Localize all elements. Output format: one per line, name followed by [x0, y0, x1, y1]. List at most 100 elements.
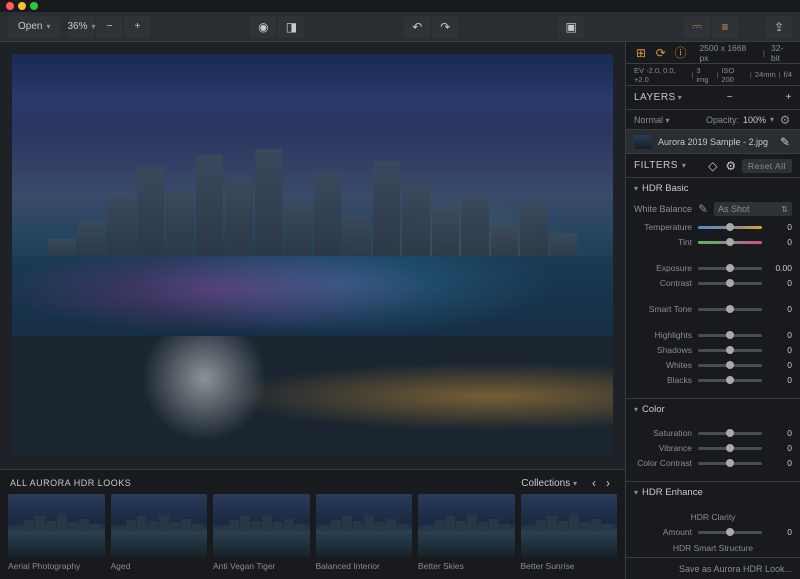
slider-value[interactable]: 0	[768, 360, 792, 370]
window-titlebar	[0, 0, 800, 12]
ev-info: EV -2.0, 0.0, +2.0	[634, 66, 688, 84]
wb-dropdown[interactable]: As Shot⇅	[714, 202, 792, 216]
opacity-value[interactable]: 100%	[743, 115, 766, 125]
zoom-out-button[interactable]: −	[96, 16, 122, 38]
slider-track[interactable]	[698, 432, 762, 435]
slider-value[interactable]: 0	[768, 375, 792, 385]
crop-button[interactable]: ▣	[558, 16, 584, 38]
eyedropper-icon[interactable]: ✎	[696, 202, 710, 216]
filter-section-header[interactable]: ▾Color	[626, 399, 800, 419]
minimize-window-button[interactable]	[18, 2, 26, 10]
info-icon[interactable]: ⓘ	[674, 46, 688, 60]
undo-icon: ↶	[410, 20, 424, 34]
collections-dropdown[interactable]: Collections ▾	[521, 478, 577, 489]
slider-value[interactable]: 0	[768, 304, 792, 314]
looks-header: ALL AURORA HDR LOOKS	[10, 478, 131, 488]
slider-value[interactable]: 0	[768, 222, 792, 232]
right-panel: ⊞ ⟳ ⓘ 2500 x 1668 px | 32-bit EV -2.0, 0…	[625, 42, 800, 579]
crop-icon: ▣	[564, 20, 578, 34]
looks-panel-button[interactable]: ⎓	[684, 16, 710, 38]
refresh-icon[interactable]: ⟳	[654, 46, 668, 60]
blend-mode-dropdown[interactable]: Normal ▾	[634, 115, 670, 125]
save-look-button[interactable]: Save as Aurora HDR Look...	[626, 557, 800, 579]
focal-info: 24mm	[755, 70, 776, 79]
sliders-icon: ≡	[718, 20, 732, 34]
layer-item[interactable]: Aurora 2019 Sample - 2.jpg ✎	[626, 130, 800, 154]
slider-label: Color Contrast	[634, 458, 692, 468]
adjust-panel-button[interactable]: ≡	[712, 16, 738, 38]
slider-track[interactable]	[698, 241, 762, 244]
iso-info: ISO 200	[721, 66, 747, 84]
slider-value[interactable]: 0	[768, 458, 792, 468]
filter-section-header[interactable]: ▾HDR Basic	[626, 178, 800, 198]
open-menu-button[interactable]: Open ▾	[8, 16, 60, 38]
chevron-down-icon: ▾	[46, 22, 50, 31]
zoom-value-dropdown[interactable]: 36%▾	[68, 16, 94, 38]
looks-prev-button[interactable]: ‹	[587, 476, 601, 490]
look-label: Better Skies	[418, 558, 515, 571]
slider-track[interactable]	[698, 334, 762, 337]
slider-label: Tint	[634, 237, 692, 247]
preview-toggle-button[interactable]: ◉	[250, 16, 276, 38]
export-button[interactable]: ⇪	[766, 16, 792, 38]
slider-value[interactable]: 0	[768, 428, 792, 438]
mask-icon[interactable]: ◇	[706, 159, 720, 173]
aperture-info: f/4	[784, 70, 792, 79]
look-preset[interactable]: Balanced Interior	[316, 494, 413, 571]
slider-track[interactable]	[698, 447, 762, 450]
settings-icon[interactable]: ⚙	[724, 159, 738, 173]
redo-icon: ↷	[438, 20, 452, 34]
redo-button[interactable]: ↷	[432, 16, 458, 38]
look-preset[interactable]: Aged	[111, 494, 208, 571]
look-preset[interactable]: Anti Vegan Tiger	[213, 494, 310, 571]
open-label: Open	[18, 21, 42, 32]
skyline-decoration	[12, 143, 613, 264]
filter-section-header[interactable]: ▾HDR Enhance	[626, 482, 800, 502]
slider-track[interactable]	[698, 379, 762, 382]
eye-icon: ◉	[256, 20, 270, 34]
layer-thumbnail	[634, 135, 652, 149]
layers-header: LAYERS	[634, 92, 676, 103]
slider-track[interactable]	[698, 462, 762, 465]
looks-next-button[interactable]: ›	[601, 476, 615, 490]
image-canvas[interactable]	[0, 42, 625, 469]
look-label: Aged	[111, 558, 208, 571]
sub-header: HDR Smart Structure	[634, 543, 792, 553]
slider-value[interactable]: 0	[768, 443, 792, 453]
look-preset[interactable]: Better Skies	[418, 494, 515, 571]
layer-name: Aurora 2019 Sample - 2.jpg	[658, 137, 772, 147]
zoom-in-button[interactable]: +	[124, 16, 150, 38]
look-label: Balanced Interior	[316, 558, 413, 571]
slider-track[interactable]	[698, 364, 762, 367]
slider-value[interactable]: 0	[768, 527, 792, 537]
slider-track[interactable]	[698, 226, 762, 229]
maximize-window-button[interactable]	[30, 2, 38, 10]
slider-value[interactable]: 0	[768, 237, 792, 247]
slider-value[interactable]: 0	[768, 330, 792, 340]
slider-value[interactable]: 0.00	[768, 263, 792, 273]
slider-value[interactable]: 0	[768, 345, 792, 355]
slider-track[interactable]	[698, 308, 762, 311]
add-layer-button[interactable]: +	[786, 92, 792, 103]
reset-all-button[interactable]: Reset All	[742, 159, 792, 173]
histogram-icon[interactable]: ⊞	[634, 46, 648, 60]
gear-icon[interactable]: ⚙	[778, 113, 792, 127]
brush-icon[interactable]: ✎	[778, 135, 792, 149]
minimize-layers-button[interactable]: −	[727, 92, 733, 103]
slider-track[interactable]	[698, 282, 762, 285]
compare-button[interactable]: ◨	[278, 16, 304, 38]
slider-track[interactable]	[698, 349, 762, 352]
look-preset[interactable]: Better Sunrise	[521, 494, 618, 571]
image-dimensions: 2500 x 1668 px	[699, 43, 756, 63]
look-label: Aerial Photography	[8, 558, 105, 571]
close-window-button[interactable]	[6, 2, 14, 10]
slider-value[interactable]: 0	[768, 278, 792, 288]
slider-track[interactable]	[698, 267, 762, 270]
slider-label: Blacks	[634, 375, 692, 385]
look-preset[interactable]: Aerial Photography	[8, 494, 105, 571]
undo-button[interactable]: ↶	[404, 16, 430, 38]
slider-label: Highlights	[634, 330, 692, 340]
slider-track[interactable]	[698, 531, 762, 534]
look-label: Anti Vegan Tiger	[213, 558, 310, 571]
slider-label: Exposure	[634, 263, 692, 273]
